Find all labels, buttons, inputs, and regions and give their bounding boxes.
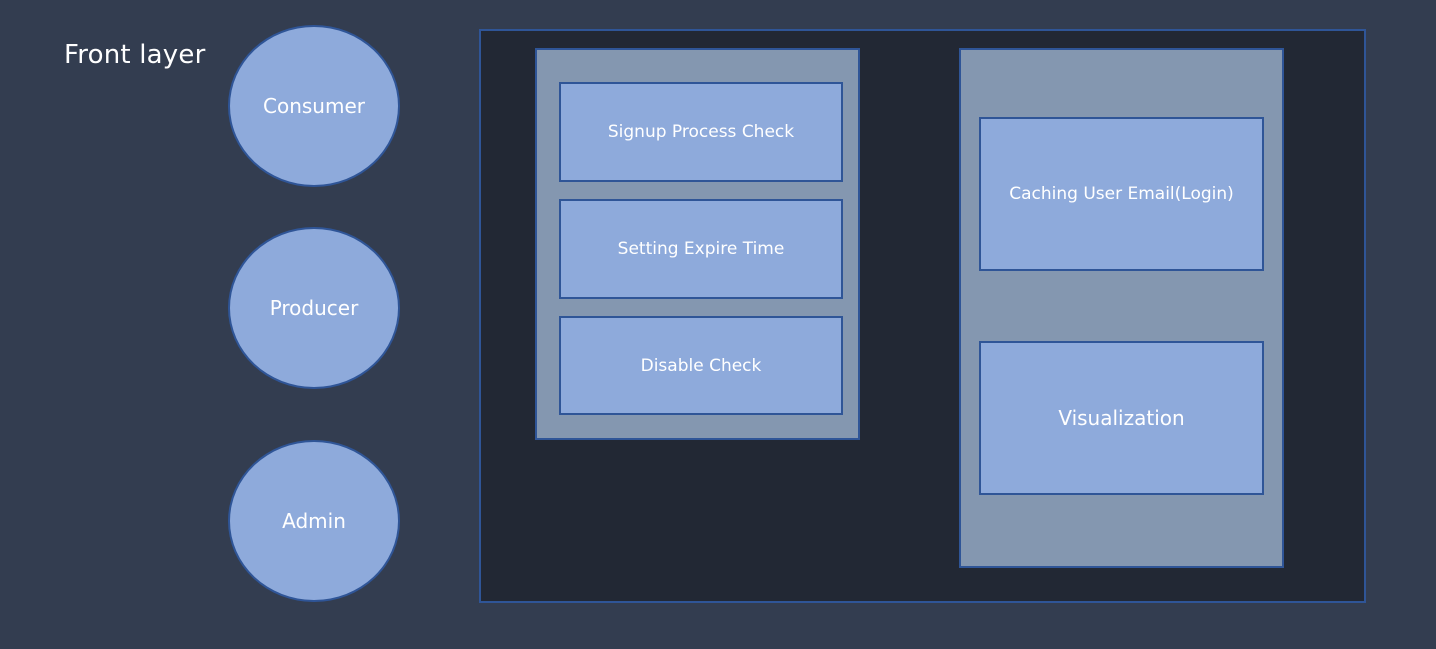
setting-expire-time-box: Setting Expire Time	[559, 199, 843, 299]
box-label: Caching User Email(Login)	[1009, 184, 1234, 204]
actor-label: Consumer	[263, 94, 365, 118]
box-label: Signup Process Check	[607, 122, 795, 142]
actor-label: Producer	[269, 296, 359, 320]
signup-process-check-box: Signup Process Check	[559, 82, 843, 182]
actor-consumer: Consumer	[228, 25, 400, 187]
box-label: Disable Check	[640, 355, 762, 376]
actor-producer: Producer	[228, 227, 400, 389]
box-label: Visualization	[1058, 406, 1185, 430]
actor-label: Admin	[282, 509, 346, 533]
caching-user-email-box: Caching User Email(Login)	[979, 117, 1264, 271]
box-label: Setting Expire Time	[617, 239, 785, 259]
disable-check-box: Disable Check	[559, 316, 843, 415]
layer-title: Front layer	[64, 40, 206, 70]
visualization-box: Visualization	[979, 341, 1264, 495]
actor-admin: Admin	[228, 440, 400, 602]
